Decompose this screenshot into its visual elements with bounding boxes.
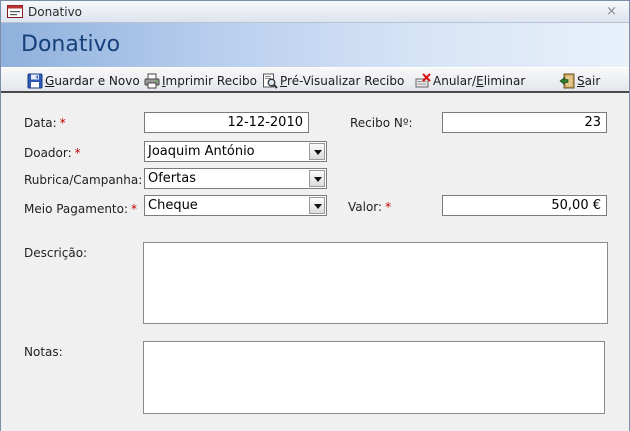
campaign-value: Ofertas bbox=[148, 171, 196, 186]
donativo-window: Donativo × Donativo Guardar e Novo Impri… bbox=[0, 0, 630, 431]
required-marker: * bbox=[59, 116, 66, 130]
close-icon[interactable]: × bbox=[606, 4, 617, 19]
campaign-combo[interactable]: Ofertas bbox=[144, 168, 327, 189]
exit-icon bbox=[559, 73, 575, 89]
receipt-number-field[interactable] bbox=[442, 112, 607, 133]
receipt-number-label: Recibo Nº: bbox=[350, 116, 413, 130]
chevron-down-icon[interactable] bbox=[309, 170, 325, 187]
payment-method-label: Meio Pagamento: * bbox=[24, 202, 138, 216]
title-bar[interactable]: Donativo × bbox=[1, 1, 629, 23]
date-field[interactable] bbox=[144, 112, 309, 133]
printer-icon bbox=[144, 73, 160, 89]
save-new-label: uardar e Novo bbox=[54, 74, 140, 88]
exit-accel: S bbox=[577, 74, 585, 88]
donor-label: Doador: * bbox=[24, 146, 81, 160]
window-title: Donativo bbox=[28, 5, 83, 19]
form-icon bbox=[7, 5, 23, 18]
print-preview-label: ré-Visualizar Recibo bbox=[287, 74, 405, 88]
date-label: Data: * bbox=[24, 116, 66, 130]
exit-button[interactable]: Sair bbox=[559, 72, 600, 90]
notes-label: Notas: bbox=[24, 345, 63, 359]
exit-label: air bbox=[584, 74, 601, 88]
payment-method-value: Cheque bbox=[148, 198, 198, 213]
delete-icon bbox=[415, 73, 431, 88]
required-marker: * bbox=[74, 146, 81, 160]
print-receipt-label: mprimir Recibo bbox=[165, 74, 257, 88]
payment-method-combo[interactable]: Cheque bbox=[144, 195, 327, 216]
required-marker: * bbox=[385, 200, 392, 214]
save-accel: G bbox=[45, 74, 55, 88]
required-marker: * bbox=[131, 202, 138, 216]
cancel-delete-button[interactable]: Anular/Eliminar bbox=[415, 72, 525, 90]
form-header: Donativo bbox=[1, 23, 629, 67]
print-receipt-button[interactable]: Imprimir Recibo bbox=[144, 72, 257, 90]
toolbar: Guardar e Novo Imprimir Recibo Pré-Visua… bbox=[1, 67, 629, 93]
description-label: Descrição: bbox=[24, 246, 88, 260]
print-preview-icon bbox=[263, 73, 278, 89]
print-preview-button[interactable]: Pré-Visualizar Recibo bbox=[262, 72, 404, 90]
form-body: Data:* Recibo Nº: Doador:* Joaquim Antón… bbox=[1, 95, 629, 431]
amount-label: Valor: * bbox=[348, 200, 392, 214]
campaign-label: Rubrica/Campanha: bbox=[24, 173, 143, 187]
description-field[interactable] bbox=[143, 242, 608, 324]
preview-accel: P bbox=[280, 74, 288, 88]
donor-value: Joaquim António bbox=[148, 144, 255, 159]
cancel-delete-label: liminar bbox=[483, 74, 526, 88]
chevron-down-icon[interactable] bbox=[309, 197, 325, 214]
chevron-down-icon[interactable] bbox=[309, 143, 325, 160]
donor-combo[interactable]: Joaquim António bbox=[144, 141, 327, 162]
save-icon bbox=[27, 73, 43, 89]
form-heading: Donativo bbox=[21, 32, 121, 57]
delete-accel: E bbox=[476, 74, 484, 88]
save-new-button[interactable]: Guardar e Novo bbox=[27, 72, 140, 90]
cancel-delete-label-pre: Anular/ bbox=[433, 74, 477, 88]
notes-field[interactable] bbox=[143, 341, 605, 414]
amount-field[interactable] bbox=[442, 195, 607, 216]
